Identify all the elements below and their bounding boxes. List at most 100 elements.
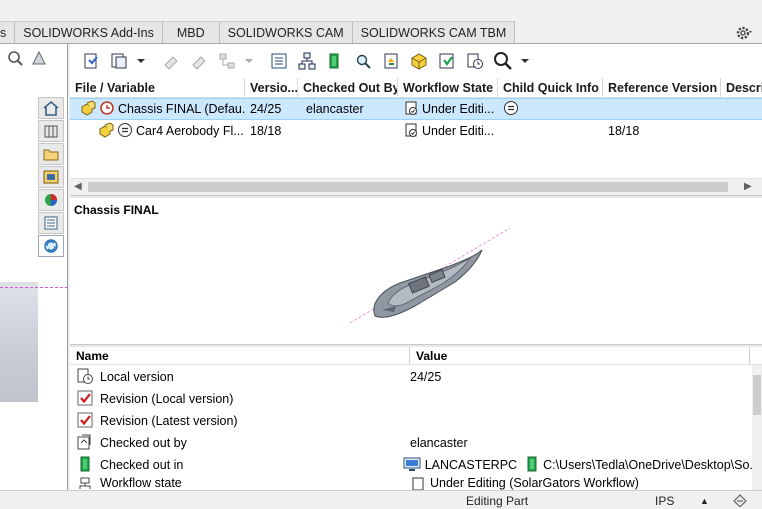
tab-solidworks-cam[interactable]: SOLIDWORKS CAM <box>219 21 353 43</box>
pdm-toolbar <box>70 44 762 78</box>
properties-header: Name Value <box>70 347 762 365</box>
file-version: 24/25 <box>250 102 282 116</box>
column-file-variable[interactable]: File / Variable <box>70 78 245 97</box>
checked-out-by <box>298 120 398 142</box>
property-value: 24/25 <box>410 370 442 384</box>
model-preview-image <box>349 227 511 324</box>
reference-version: 18/18 <box>608 124 640 138</box>
chevron-down-icon <box>242 48 256 74</box>
assembly-icon <box>98 121 114 141</box>
get-version-icon[interactable] <box>106 48 132 74</box>
file-grid-header: File / Variable Versio... Checked Out By… <box>70 78 762 98</box>
property-row[interactable]: Checked out by elancaster <box>70 432 752 454</box>
workflow-state-icon <box>410 476 426 490</box>
workflow-state: Under Editi... <box>422 124 495 138</box>
units-arrow-icon[interactable]: ▲ <box>700 496 709 506</box>
custom-properties-icon[interactable] <box>38 212 64 234</box>
column-reference-version[interactable]: Reference Version <box>603 78 721 97</box>
view-palette-icon[interactable] <box>38 166 64 188</box>
open-file-icon[interactable] <box>322 48 348 74</box>
checked-out-by: elancaster <box>306 102 364 116</box>
check-in-icon[interactable] <box>78 48 104 74</box>
tab-solidworks-cam-tbm[interactable]: SOLIDWORKS CAM TBM <box>352 21 516 43</box>
folder-path-icon <box>525 456 539 475</box>
property-name: Revision (Latest version) <box>100 414 238 428</box>
property-row[interactable]: Revision (Latest version) <box>70 410 752 432</box>
property-row[interactable]: Workflow state Under Editing (SolarGator… <box>70 476 752 490</box>
file-name: Car4 Aerobody Fl... <box>136 124 244 138</box>
gear-icon[interactable] <box>734 24 754 42</box>
checkmark-icon <box>76 389 94 410</box>
file-name: Chassis FINAL (Defau... <box>118 102 245 116</box>
column-child-quick-info[interactable]: Child Quick Info <box>498 78 603 97</box>
model-edge <box>0 282 38 402</box>
rebuild-icon[interactable] <box>732 493 748 509</box>
units-label[interactable]: IPS <box>655 494 674 508</box>
view-orientation-icon[interactable] <box>30 49 48 70</box>
pdm-task-pane: File / Variable Versio... Checked Out By… <box>70 44 762 490</box>
property-value-path: C:\Users\Tedla\OneDrive\Desktop\So... <box>543 458 752 472</box>
column-checked-out-by[interactable]: Checked Out By <box>298 78 398 97</box>
get-latest-icon[interactable] <box>434 48 460 74</box>
sketch-line <box>0 287 68 288</box>
workflow-state: Under Editi... <box>422 102 495 116</box>
history-icon[interactable] <box>462 48 488 74</box>
column-version[interactable]: Versio... <box>245 78 298 97</box>
workflow-icon <box>214 48 240 74</box>
assembly-icon <box>80 99 96 119</box>
property-name: Revision (Local version) <box>100 392 234 406</box>
property-row[interactable]: Revision (Local version) <box>70 388 752 410</box>
design-library-icon[interactable] <box>38 120 64 142</box>
refresh-icon[interactable] <box>378 48 404 74</box>
local-version-icon <box>99 100 115 119</box>
heads-up-toolbar <box>0 46 48 72</box>
workflow-state-icon <box>403 122 419 141</box>
change-state-icon <box>186 48 212 74</box>
column-value[interactable]: Value <box>410 347 750 364</box>
property-row[interactable]: Local version 24/25 <box>70 366 752 388</box>
status-mode: Editing Part <box>466 494 529 508</box>
property-name: Workflow state <box>100 476 182 490</box>
pdm-vault-icon[interactable] <box>38 235 64 257</box>
command-manager-tabs: s SOLIDWORKS Add-Ins MBD SOLIDWORKS CAM … <box>0 0 762 44</box>
tab-mbd[interactable]: MBD <box>162 21 220 43</box>
part-icon[interactable] <box>406 48 432 74</box>
column-description[interactable]: Descri <box>721 78 762 97</box>
table-row[interactable]: Chassis FINAL (Defau... 24/25 elancaster… <box>70 98 762 120</box>
scroll-left-icon[interactable]: ◀ <box>74 181 82 192</box>
file-explorer-icon[interactable] <box>38 143 64 165</box>
home-icon[interactable] <box>38 97 64 119</box>
computer-icon <box>403 456 421 475</box>
equal-status-icon <box>117 122 133 141</box>
appearances-icon[interactable] <box>38 189 64 211</box>
vertical-scrollbar[interactable] <box>752 365 762 490</box>
tab-sketch-partial[interactable]: s <box>0 21 16 43</box>
property-name: Checked out in <box>100 458 184 472</box>
chevron-down-icon[interactable] <box>134 48 148 74</box>
contains-tree-icon[interactable] <box>294 48 320 74</box>
task-pane-tabs <box>38 97 64 257</box>
column-name[interactable]: Name <box>70 347 410 364</box>
table-row[interactable]: Car4 Aerobody Fl... 18/18 Under Editi...… <box>70 120 762 142</box>
checkmark-icon <box>76 411 94 432</box>
scroll-right-icon[interactable]: ▶ <box>744 181 752 192</box>
property-row[interactable]: Checked out in LANCASTERPC C:\Users\Tedl… <box>70 454 752 476</box>
property-name: Checked out by <box>100 436 187 450</box>
workflow-icon <box>76 476 94 490</box>
tab-solidworks-add-ins[interactable]: SOLIDWORKS Add-Ins <box>15 21 163 43</box>
data-card-icon[interactable] <box>266 48 292 74</box>
zoom-icon[interactable] <box>6 49 24 70</box>
column-workflow-state[interactable]: Workflow State <box>398 78 498 97</box>
scroll-thumb[interactable] <box>753 375 761 415</box>
property-name: Local version <box>100 370 174 384</box>
search-icon[interactable] <box>350 48 376 74</box>
chevron-down-icon[interactable] <box>518 48 532 74</box>
scroll-thumb[interactable] <box>88 182 728 192</box>
property-value-computer: LANCASTERPC <box>424 458 518 472</box>
checked-out-user-icon <box>76 433 94 454</box>
horizontal-scrollbar[interactable]: ◀ ▶ <box>70 178 762 195</box>
search-magnifier-icon[interactable] <box>490 48 516 74</box>
local-version-icon <box>76 367 94 388</box>
status-bar: Editing Part IPS ▲ <box>0 490 762 509</box>
property-value: Under Editing (SolarGators Workflow) <box>430 476 639 490</box>
